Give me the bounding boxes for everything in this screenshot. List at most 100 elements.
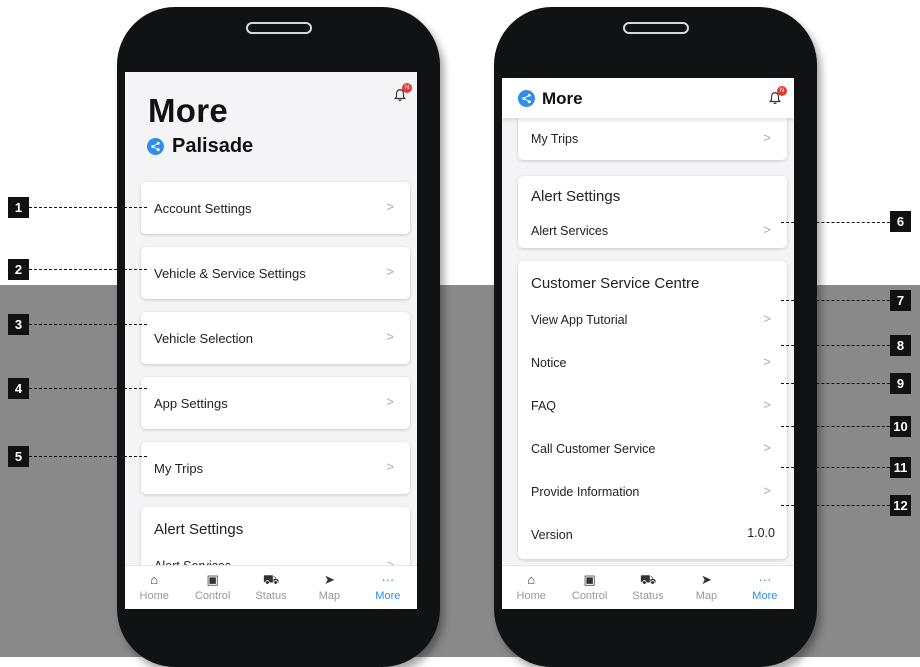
header-bar: More N [502, 78, 794, 118]
callout-5: 5 [8, 446, 29, 467]
menu-label: Vehicle & Service Settings [154, 266, 306, 281]
notification-bell-icon[interactable]: N [393, 83, 412, 104]
tab-map[interactable]: ➤ Map [300, 566, 358, 609]
chevron-right-icon: > [386, 394, 394, 409]
version-label: Version [531, 528, 573, 542]
tab-label: More [752, 590, 778, 602]
menu-provide-information[interactable]: Provide Information > [531, 483, 787, 503]
menu-label: My Trips [531, 132, 579, 146]
menu-label: View App Tutorial [531, 313, 628, 327]
callout-12: 12 [890, 495, 911, 516]
notification-badge: N [402, 83, 412, 93]
leader-line [29, 207, 147, 208]
menu-faq[interactable]: FAQ > [531, 397, 787, 417]
leader-line [29, 456, 147, 457]
version-value: 1.0.0 [747, 526, 775, 540]
callout-9: 9 [890, 373, 911, 394]
menu-my-trips[interactable]: My Trips > [531, 130, 787, 150]
chevron-right-icon: > [763, 397, 771, 412]
page-title: More [148, 92, 229, 129]
car-icon: ⛟ [639, 572, 657, 587]
callout-11: 11 [890, 457, 911, 478]
tab-status[interactable]: ⛟ Status [619, 566, 677, 609]
more-icon: ··· [381, 572, 395, 587]
home-icon: ⌂ [527, 572, 536, 587]
menu-call-customer-service[interactable]: Call Customer Service > [531, 440, 787, 460]
page-title: More [542, 89, 583, 108]
menu-label: Provide Information [531, 485, 640, 499]
tab-label: Home [516, 590, 546, 602]
callout-2: 2 [8, 259, 29, 280]
vehicle-name: Palisade [172, 135, 254, 157]
phone-right: More N My Trips > Alert Settings Alert S… [494, 7, 817, 667]
leader-line [29, 388, 147, 389]
menu-label: FAQ [531, 399, 557, 413]
callout-4: 4 [8, 378, 29, 399]
callout-3: 3 [8, 314, 29, 335]
callout-8: 8 [890, 335, 911, 356]
screen-right: More N My Trips > Alert Settings Alert S… [502, 78, 794, 609]
menu-label: Call Customer Service [531, 442, 656, 456]
tab-status[interactable]: ⛟ Status [242, 566, 300, 609]
chevron-right-icon: > [763, 483, 771, 498]
tab-bar: ⌂ Home ▣ Control ⛟ Status ➤ Map ··· More [125, 565, 417, 609]
vehicle-selector[interactable]: Palisade [147, 135, 253, 158]
leader-line [781, 300, 890, 301]
tab-label: Status [632, 590, 664, 602]
car-icon: ⛟ [262, 572, 280, 587]
chevron-right-icon: > [763, 311, 771, 326]
leader-line [781, 222, 890, 223]
chevron-right-icon: > [386, 329, 394, 344]
tab-home[interactable]: ⌂ Home [502, 566, 560, 609]
chevron-right-icon: > [763, 440, 771, 455]
phone-left: More N Palisade Account Settings > Vehic… [117, 7, 440, 667]
callout-7: 7 [890, 290, 911, 311]
notification-bell-icon[interactable]: N [768, 86, 787, 107]
customer-service-group: Customer Service Centre View App Tutoria… [518, 261, 787, 559]
tab-control[interactable]: ▣ Control [183, 566, 241, 609]
leader-line [29, 324, 147, 325]
tab-more[interactable]: ··· More [736, 566, 794, 609]
version-row: Version 1.0.0 [531, 526, 787, 546]
callout-1: 1 [8, 197, 29, 218]
menu-account-settings[interactable]: Account Settings > [141, 182, 410, 234]
control-icon: ▣ [206, 572, 219, 587]
leader-line [781, 505, 890, 506]
menu-label: Account Settings [154, 201, 252, 216]
menu-alert-services[interactable]: Alert Services > [531, 222, 787, 242]
share-icon [518, 90, 535, 107]
tab-more[interactable]: ··· More [359, 566, 417, 609]
chevron-right-icon: > [763, 222, 771, 237]
tab-label: Map [695, 590, 718, 602]
tab-label: Map [318, 590, 341, 602]
menu-app-settings[interactable]: App Settings > [141, 377, 410, 429]
callout-10: 10 [890, 416, 911, 437]
menu-notice[interactable]: Notice > [531, 354, 787, 374]
chevron-right-icon: > [386, 199, 394, 214]
leader-line [781, 383, 890, 384]
tab-home[interactable]: ⌂ Home [125, 566, 183, 609]
tab-label: More [375, 590, 401, 602]
control-icon: ▣ [583, 572, 596, 587]
chevron-right-icon: > [763, 130, 771, 145]
leader-line [29, 269, 147, 270]
menu-view-app-tutorial[interactable]: View App Tutorial > [531, 311, 787, 331]
alert-settings-group: Alert Settings Alert Services > [518, 176, 787, 248]
tab-control[interactable]: ▣ Control [560, 566, 618, 609]
menu-vehicle-selection[interactable]: Vehicle Selection > [141, 312, 410, 364]
screen-left: More N Palisade Account Settings > Vehic… [125, 72, 417, 609]
home-icon: ⌂ [150, 572, 159, 587]
chevron-right-icon: > [763, 354, 771, 369]
menu-vehicle-service-settings[interactable]: Vehicle & Service Settings > [141, 247, 410, 299]
share-icon [147, 138, 164, 155]
tab-map[interactable]: ➤ Map [677, 566, 735, 609]
navigation-icon: ➤ [323, 572, 335, 587]
chevron-right-icon: > [386, 264, 394, 279]
leader-line [781, 345, 890, 346]
leader-line [781, 426, 890, 427]
group-title: Alert Settings [531, 188, 621, 205]
menu-label: Notice [531, 356, 567, 370]
tab-label: Control [194, 590, 231, 602]
menu-my-trips[interactable]: My Trips > [141, 442, 410, 494]
tab-label: Control [571, 590, 608, 602]
